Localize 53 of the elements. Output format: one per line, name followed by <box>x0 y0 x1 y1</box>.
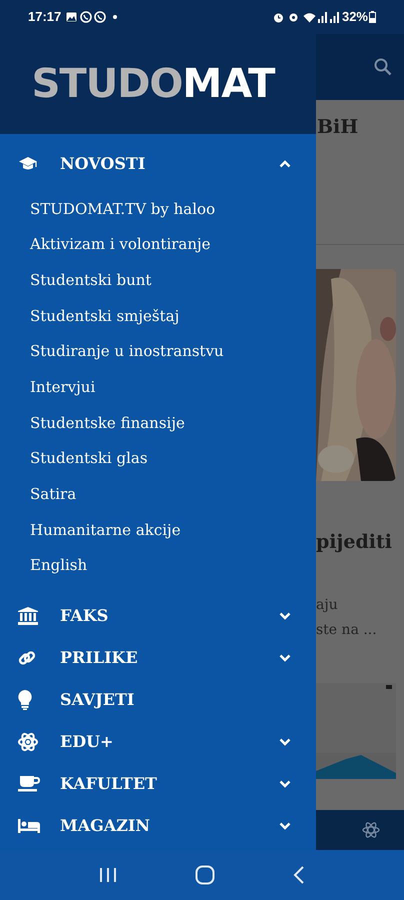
article-title: BiH <box>317 118 360 137</box>
submenu-item[interactable]: Humanitarne akcije <box>30 518 181 542</box>
logo: STUDOMAT <box>32 64 276 104</box>
dot-icon <box>113 15 118 19</box>
battery-percent: 32% <box>342 8 368 26</box>
chat-icon <box>80 11 92 23</box>
collapse-chevron-icon[interactable] <box>279 160 291 168</box>
chat-icon <box>94 11 106 23</box>
article-excerpt: aju <box>316 598 339 612</box>
submenu-item[interactable]: Studentske finansije <box>30 412 185 434</box>
gear-icon <box>288 12 299 22</box>
expand-chevron-icon[interactable] <box>279 654 291 662</box>
search-icon[interactable] <box>374 58 392 76</box>
bank-icon <box>18 606 38 625</box>
atom-icon[interactable] <box>362 821 380 839</box>
menu-item[interactable]: KAFULTET <box>60 772 279 796</box>
signal-icon <box>318 12 327 22</box>
mortarboard-icon <box>18 156 38 172</box>
wifi-icon <box>302 12 316 22</box>
submenu-item[interactable]: Studentski bunt <box>30 268 152 292</box>
submenu-item[interactable]: Studentski smještaj <box>30 304 180 328</box>
expand-chevron-icon[interactable] <box>279 780 291 788</box>
recent-apps-icon[interactable] <box>99 867 117 883</box>
bed-icon <box>18 818 40 833</box>
alarm-icon <box>272 12 284 22</box>
submenu-item[interactable]: English <box>30 554 88 577</box>
status-time: 17:17 <box>28 8 62 26</box>
submenu-item[interactable]: STUDOMAT.TV by haloo <box>30 198 216 220</box>
expand-chevron-icon[interactable] <box>279 738 291 746</box>
menu-item[interactable]: MAGAZIN <box>60 814 279 838</box>
submenu-item[interactable]: Studiranje u inostranstvu <box>30 340 224 363</box>
lightbulb-icon <box>18 690 32 710</box>
atom-icon <box>18 732 38 752</box>
cup-icon <box>18 776 40 792</box>
back-icon[interactable] <box>293 866 305 884</box>
link-icon <box>18 648 36 667</box>
menu-item[interactable]: NOVOSTI <box>60 152 279 176</box>
home-icon[interactable] <box>195 865 215 885</box>
battery-icon <box>369 11 376 23</box>
image-icon <box>66 12 78 22</box>
submenu-item[interactable]: Aktivizam i volontiranje <box>30 233 211 256</box>
menu-item[interactable]: EDU+ <box>60 730 279 754</box>
expand-chevron-icon[interactable] <box>279 822 291 830</box>
submenu-item[interactable]: Studentski glas <box>30 447 148 470</box>
article-title: pijediti <box>316 533 393 552</box>
menu-item[interactable]: FAKS <box>60 604 279 628</box>
submenu-item[interactable]: Intervjui <box>30 376 96 399</box>
menu-item[interactable]: PRILIKE <box>60 646 279 670</box>
submenu-item[interactable]: Satira <box>30 483 76 506</box>
menu-item[interactable]: SAVJETI <box>60 688 291 712</box>
signal-icon <box>330 12 339 22</box>
article-excerpt: ste na ... <box>316 623 378 637</box>
expand-chevron-icon[interactable] <box>279 612 291 620</box>
